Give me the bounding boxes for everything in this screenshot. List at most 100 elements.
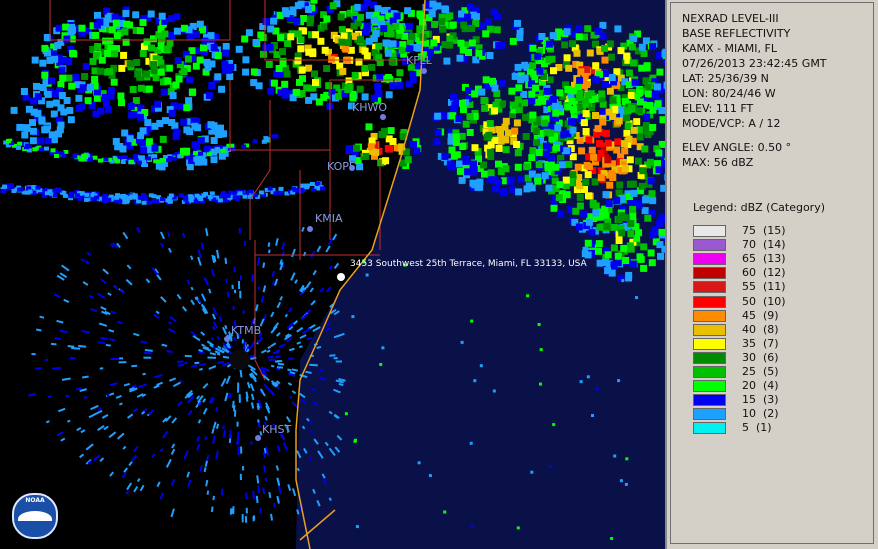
radar-cell <box>452 139 460 147</box>
legend-label: 55 (11) <box>742 280 786 294</box>
radar-cell <box>245 492 248 500</box>
radar-cell <box>353 144 360 152</box>
radar-cell <box>459 99 467 107</box>
radar-cell <box>244 516 248 523</box>
station-label-ktmb: KTMB <box>231 324 262 337</box>
radar-cell <box>309 420 313 425</box>
radar-cell <box>161 30 169 38</box>
radar-cell <box>250 440 253 445</box>
radar-cell <box>362 28 370 36</box>
radar-cell <box>430 39 438 47</box>
legend-label: 65 (13) <box>742 252 786 266</box>
radar-cell <box>529 44 537 52</box>
radar-cell <box>607 53 615 61</box>
radar-cell <box>81 73 89 80</box>
radar-cell <box>631 78 639 86</box>
legend-label: 15 (3) <box>742 393 779 407</box>
radar-cell <box>326 321 331 326</box>
radar-cell <box>576 76 584 84</box>
radar-cell <box>278 190 284 195</box>
radar-cell <box>509 186 516 194</box>
address-marker[interactable] <box>337 273 345 281</box>
radar-cell <box>380 127 388 135</box>
radar-cell <box>84 97 92 105</box>
radar-cell <box>180 118 188 126</box>
station-label-kmia: KMIA <box>315 212 343 225</box>
radar-cell <box>460 106 467 114</box>
radar-cell <box>207 32 215 40</box>
radar-cell <box>479 364 483 368</box>
radar-cell <box>450 93 457 101</box>
radar-cell <box>67 116 75 124</box>
radar-cell <box>171 156 177 161</box>
radar-cell <box>218 85 226 93</box>
radar-cell <box>446 160 454 168</box>
radar-cell <box>306 417 310 422</box>
radar-cell <box>482 30 490 38</box>
radar-cell <box>234 197 240 201</box>
radar-cell <box>470 319 474 323</box>
radar-cell <box>589 199 597 207</box>
radar-cell <box>491 84 499 92</box>
radar-cell <box>344 39 352 47</box>
radar-cell <box>562 176 570 184</box>
radar-cell <box>614 25 622 33</box>
legend-swatch <box>693 253 726 266</box>
radar-cell <box>107 92 115 100</box>
radar-cell <box>328 410 333 415</box>
radar-cell <box>372 30 380 38</box>
radar-cell <box>514 163 522 171</box>
radar-cell <box>649 197 657 205</box>
radar-cell <box>87 83 94 91</box>
radar-cell <box>482 76 490 84</box>
radar-cell <box>623 52 631 60</box>
radar-cell <box>320 22 328 30</box>
radar-cell <box>617 379 621 383</box>
radar-cell <box>532 84 540 92</box>
radar-cell <box>597 149 605 157</box>
radar-map[interactable]: KFLL KHWO KOPF KMIA KTMB KHST 3453 South… <box>0 0 667 549</box>
radar-cell <box>606 181 614 189</box>
radar-cell <box>521 61 529 69</box>
radar-cell <box>543 87 551 95</box>
radar-cell <box>203 148 209 153</box>
info-type: BASE REFLECTIVITY <box>682 27 791 40</box>
radar-cell <box>262 44 270 52</box>
radar-cell <box>161 158 166 163</box>
station-label-khst: KHST <box>262 423 292 436</box>
radar-cell <box>30 97 37 105</box>
radar-cell <box>443 510 447 514</box>
radar-cell <box>500 188 508 196</box>
radar-cell <box>455 115 463 123</box>
radar-cell <box>495 178 503 186</box>
radar-cell <box>625 69 633 77</box>
info-max: MAX: 56 dBZ <box>682 156 754 169</box>
radar-cell <box>635 157 642 165</box>
radar-cell <box>318 368 324 372</box>
radar-cell <box>238 228 241 234</box>
radar-cell <box>114 195 120 200</box>
radar-cell <box>44 137 52 145</box>
radar-cell <box>164 77 172 85</box>
radar-cell <box>406 45 414 53</box>
radar-cell <box>145 85 153 93</box>
radar-cell <box>522 133 530 140</box>
radar-cell <box>183 195 189 200</box>
radar-cell <box>601 44 608 52</box>
radar-cell <box>629 260 637 268</box>
radar-cell <box>172 81 180 89</box>
radar-cell <box>245 507 248 514</box>
radar-cell <box>29 127 37 135</box>
radar-cell <box>541 172 549 180</box>
radar-cell <box>457 39 465 47</box>
radar-cell <box>627 230 635 238</box>
radar-cell <box>317 450 324 459</box>
radar-cell <box>468 39 476 47</box>
radar-cell <box>533 139 540 146</box>
radar-cell <box>368 63 376 71</box>
radar-cell <box>345 147 353 155</box>
radar-cell <box>592 112 599 119</box>
radar-cell <box>513 141 521 148</box>
radar-cell <box>325 82 333 90</box>
radar-cell <box>293 17 301 25</box>
